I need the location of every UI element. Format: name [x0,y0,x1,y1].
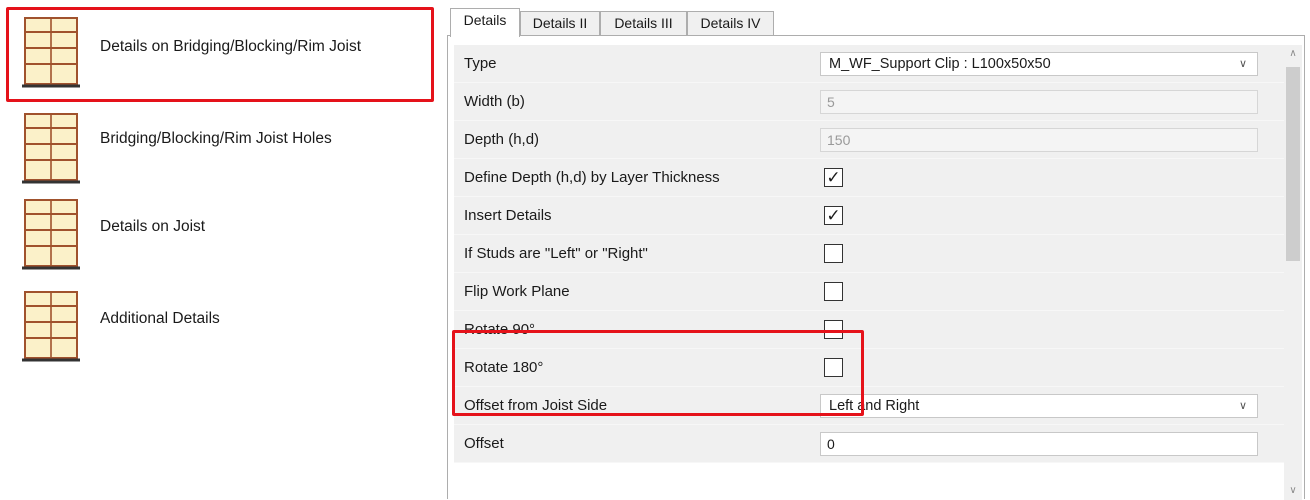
property-name: Type [464,55,497,72]
category-item-details-on-bridging[interactable]: Details on Bridging/Blocking/Rim Joist [8,8,432,94]
framing-grid-icon [22,17,80,88]
tab-details-iv[interactable]: Details IV [687,11,774,35]
chevron-up-icon[interactable]: ∧ [1284,45,1302,63]
insert-details-checkbox[interactable]: ✓ [824,206,843,225]
studs-left-right-checkbox[interactable] [824,244,843,263]
property-name: Flip Work Plane [464,283,570,300]
category-item-bridging-holes[interactable]: Bridging/Blocking/Rim Joist Holes [22,110,432,190]
tab-details-ii[interactable]: Details II [520,11,600,35]
property-row-offset: Offset 0 [454,425,1284,463]
rotate-180-checkbox[interactable] [824,358,843,377]
property-name: Define Depth (h,d) by Layer Thickness [464,169,720,186]
property-row-define-depth: Define Depth (h,d) by Layer Thickness ✓ [454,159,1284,197]
property-name: Offset from Joist Side [464,397,608,414]
offset-field[interactable]: 0 [820,432,1258,456]
property-row-studs-left-right: If Studs are "Left" or "Right" [454,235,1284,273]
property-name: If Studs are "Left" or "Right" [464,245,648,262]
offset-side-combo[interactable]: Left and Right ∨ [820,394,1258,418]
category-label: Details on Joist [100,218,206,235]
tab-strip: Details Details II Details III Details I… [447,8,1307,37]
framing-grid-icon [22,199,80,270]
define-depth-checkbox[interactable]: ✓ [824,168,843,187]
vertical-scrollbar[interactable]: ∧ ∨ [1284,45,1302,500]
combo-value: M_WF_Support Clip : L100x50x50 [829,56,1051,72]
tab-details-iii[interactable]: Details III [600,11,687,35]
property-row-insert-details: Insert Details ✓ [454,197,1284,235]
category-item-details-on-joist[interactable]: Details on Joist [22,196,432,276]
type-combo[interactable]: M_WF_Support Clip : L100x50x50 ∨ [820,52,1258,76]
property-row-offset-from-joist-side: Offset from Joist Side Left and Right ∨ [454,387,1284,425]
property-name: Rotate 180° [464,359,544,376]
rotate-90-checkbox[interactable] [824,320,843,339]
property-name: Rotate 90° [464,321,536,338]
property-row-type: Type M_WF_Support Clip : L100x50x50 ∨ [454,45,1284,83]
flip-work-plane-checkbox[interactable] [824,282,843,301]
chevron-down-icon: ∨ [1238,400,1247,412]
framing-grid-icon [22,113,80,184]
property-name: Insert Details [464,207,552,224]
property-row-depth: Depth (h,d) 150 [454,121,1284,159]
property-row-rotate-90: Rotate 90° [454,311,1284,349]
chevron-down-icon: ∨ [1238,58,1247,70]
property-name: Width (b) [464,93,525,110]
property-row-flip-work-plane: Flip Work Plane [454,273,1284,311]
category-label: Additional Details [100,310,220,327]
property-row-width: Width (b) 5 [454,83,1284,121]
category-label: Bridging/Blocking/Rim Joist Holes [100,130,332,147]
depth-field[interactable]: 150 [820,128,1258,152]
tab-content: Type M_WF_Support Clip : L100x50x50 ∨ Wi… [447,35,1305,500]
framing-grid-icon [22,291,80,362]
property-row-rotate-180: Rotate 180° [454,349,1284,387]
combo-value: Left and Right [829,398,920,414]
category-label: Details on Bridging/Blocking/Rim Joist [100,38,362,55]
scroll-thumb[interactable] [1286,67,1300,261]
tab-details[interactable]: Details [450,8,520,37]
property-name: Offset [464,435,504,452]
width-field[interactable]: 5 [820,90,1258,114]
property-panel: Details Details II Details III Details I… [447,0,1307,500]
category-item-additional-details[interactable]: Additional Details [22,288,432,368]
chevron-down-icon[interactable]: ∨ [1284,482,1302,500]
category-list: Details on Bridging/Blocking/Rim Joist B… [0,0,440,499]
property-name: Depth (h,d) [464,131,540,148]
